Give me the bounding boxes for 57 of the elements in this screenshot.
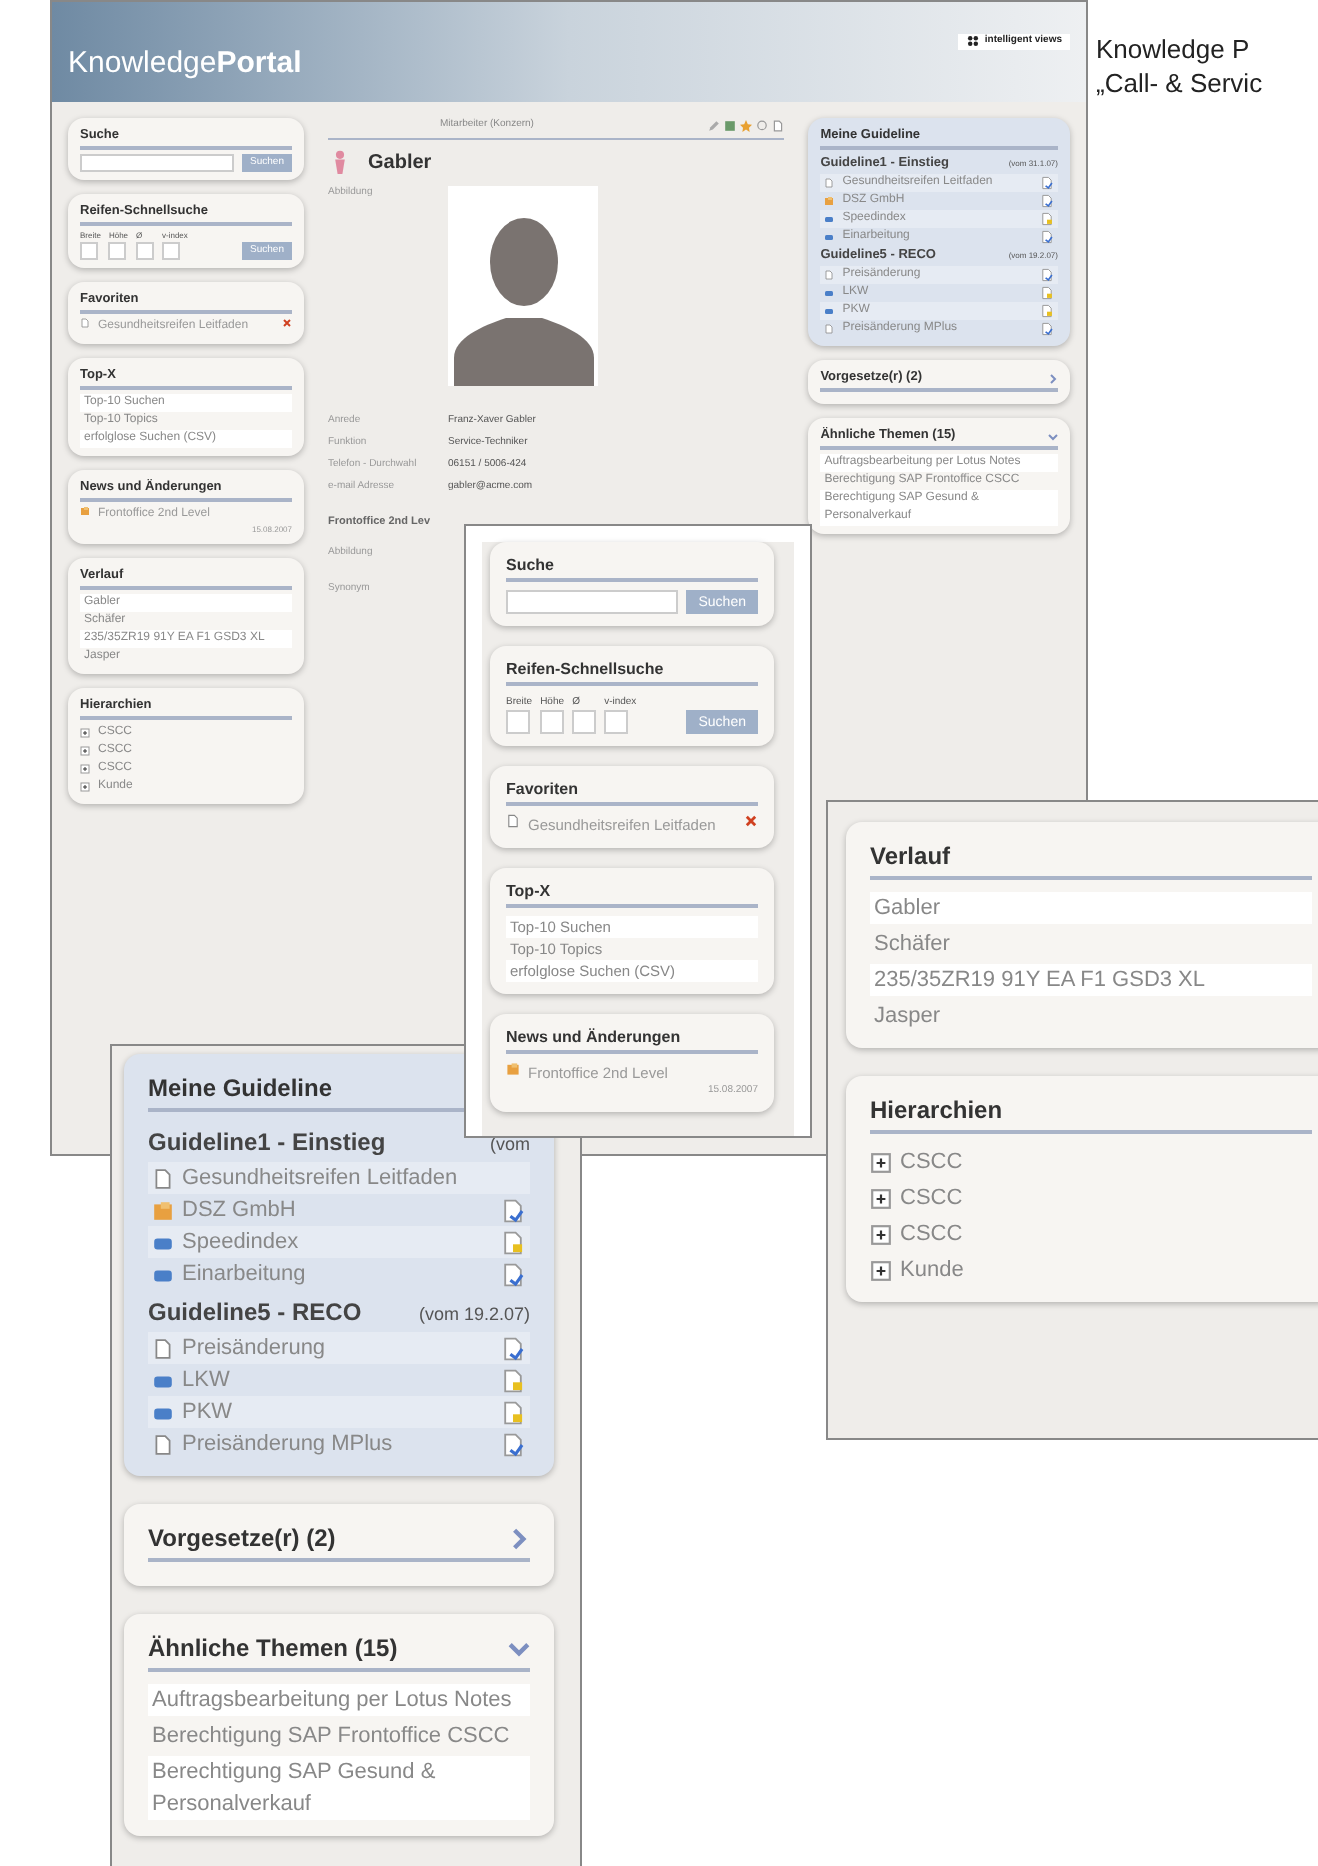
guideline-item[interactable]: Preisänderung MPlus [182,1428,492,1460]
guideline-date: (vom 19.2.07) [418,1302,530,1328]
guideline-item[interactable]: Einarbeitung [182,1258,492,1290]
list-item[interactable]: Gabler [870,892,1312,924]
document-icon [824,324,835,334]
list-item[interactable]: Jasper [870,1000,1312,1032]
input-field[interactable] [604,710,629,734]
panel-title: Hierarchien [870,1094,1003,1128]
caption-line: Knowledge P [1096,32,1252,66]
panel-title: Vorgesetze(r) (2) [148,1522,336,1556]
guideline-date: (vom [490,1132,530,1158]
tree-item[interactable]: CSCC [900,1218,963,1250]
input-field[interactable] [506,710,530,734]
guideline-item[interactable]: DSZ GmbH [182,1194,492,1226]
panel-title: Ähnliche Themen (15) [148,1632,398,1666]
tree-item[interactable]: CSCC [900,1146,963,1178]
document-icon [772,119,785,132]
panel-title: News und Änderungen [506,1026,681,1050]
document-icon [80,318,90,328]
list-item[interactable]: Schäfer [870,928,1312,960]
pencil-icon [708,119,721,132]
topic-link[interactable]: Berechtigung SAP Gesund & Personalverkauf [148,1756,530,1820]
dots-icon [966,34,981,49]
document-icon [152,1433,174,1455]
remove-icon [744,814,758,828]
panel-title: Reifen-Schnellsuche [506,658,664,682]
folder-icon [80,506,90,516]
topic-link[interactable]: Berechtigung SAP Frontoffice CSCC [148,1720,530,1752]
topic-link[interactable]: Auftragsbearbeitung per Lotus Notes [148,1684,530,1716]
search-field[interactable] [506,590,679,614]
panel-title: Top-X [506,880,551,904]
document-icon [152,1337,174,1359]
guideline-title: Guideline5 - RECO [148,1296,362,1330]
guideline-title: Guideline1 - Einstieg [148,1126,386,1160]
panel-title: Meine Guideline [148,1072,333,1106]
folder-icon [506,1062,520,1076]
folder-icon [152,1199,174,1221]
guideline-item[interactable]: LKW [182,1364,492,1396]
folder-icon [824,196,835,206]
document-icon [152,1167,174,1189]
panel-title: Favoriten [506,778,579,802]
input-field[interactable] [540,710,565,734]
list-item[interactable]: 235/35ZR19 91Y EA F1 GSD3 XL [870,964,1312,996]
document-icon [824,178,835,188]
star-icon [740,119,753,132]
panel-title: Verlauf [870,840,951,874]
document-icon [824,270,835,280]
tree-item[interactable]: CSCC [900,1182,963,1214]
portal-logo: KnowledgePortal [68,43,302,83]
panel-title: Suche [506,554,555,578]
document-icon [506,814,520,828]
input-field[interactable] [572,710,597,734]
search-field[interactable] [80,154,235,172]
remove-icon [282,318,292,328]
tree-item[interactable]: Kunde [900,1254,964,1286]
caption-line: „Call- & Servic [1096,66,1263,100]
record-name: Gabler [368,149,432,177]
